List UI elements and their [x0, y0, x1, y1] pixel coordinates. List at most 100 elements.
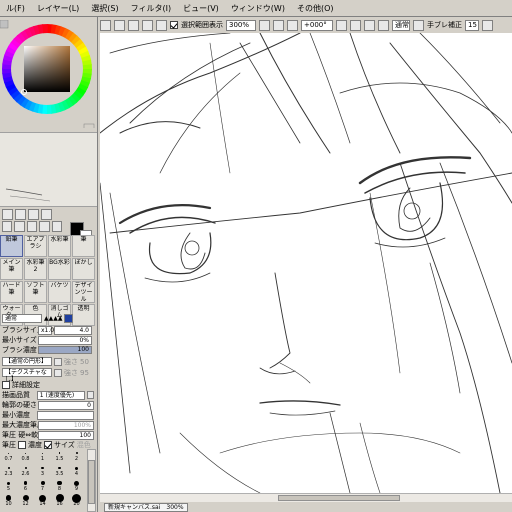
eyedropper-icon[interactable] — [41, 209, 52, 220]
canvas-scroll-thumb[interactable] — [278, 495, 400, 501]
pressure-density-checkbox[interactable] — [18, 441, 26, 449]
menu-window[interactable]: ウィンドウ(W) — [225, 0, 291, 17]
size-preset[interactable]: 2.6 — [17, 464, 34, 479]
size-preset[interactable]: 0.8 — [17, 449, 34, 464]
density-slider[interactable]: 100 — [38, 346, 92, 354]
canvas-horizontal-scrollbar[interactable] — [100, 493, 512, 502]
color-mode-icon[interactable] — [0, 20, 9, 29]
brush-size-value[interactable]: 4.0 — [54, 325, 92, 335]
size-preset[interactable]: 7 — [34, 479, 51, 494]
document-bar: 新規キャンバス.sai 300% — [98, 502, 512, 512]
stabilizer-select[interactable]: 15 — [465, 19, 479, 31]
size-preset[interactable]: 20 — [68, 493, 85, 509]
lasso-icon[interactable] — [15, 209, 26, 220]
min-size-value[interactable]: 0% — [38, 335, 92, 345]
shape-preset-selected[interactable] — [64, 313, 74, 323]
menu-filter[interactable]: フィルタ(I) — [125, 0, 177, 17]
size-preset[interactable]: 4 — [68, 464, 85, 479]
brush-texture-select[interactable]: 【テクスチャなし】 — [2, 368, 52, 383]
menu-layer[interactable]: レイヤー(L) — [31, 0, 85, 17]
size-preset[interactable]: 12 — [17, 494, 34, 509]
tool-button[interactable]: バケツ — [48, 281, 71, 303]
zoom-out-icon[interactable] — [259, 19, 270, 31]
size-preset[interactable]: 9 — [68, 479, 85, 494]
menu-file[interactable]: ル(F) — [0, 0, 31, 17]
size-presets-scroll-thumb[interactable] — [88, 460, 95, 504]
color-panel-button[interactable] — [83, 123, 95, 128]
size-preset-label: 9 — [74, 486, 79, 492]
pressure-curve-value[interactable]: 100 — [38, 430, 94, 440]
undo-icon[interactable] — [100, 19, 111, 31]
show-selection-checkbox[interactable] — [170, 21, 178, 29]
tool-button[interactable]: BG水彩 — [48, 258, 71, 280]
tool-button[interactable]: 水彩筆 — [48, 235, 71, 257]
brush-size-multiplier[interactable]: x1.0 — [38, 325, 54, 335]
size-preset[interactable]: 1 — [34, 449, 51, 464]
quality-dropdown-icon[interactable] — [87, 391, 94, 399]
blend-mode-select[interactable]: 通常 — [2, 313, 42, 323]
tool-button[interactable]: メイン筆 — [0, 258, 23, 280]
tool-button[interactable]: 水彩筆2 — [24, 258, 47, 280]
size-presets-scrollbar[interactable] — [87, 449, 96, 512]
tool-button[interactable]: デザインツール — [72, 281, 95, 303]
show-selection-icon[interactable] — [156, 19, 167, 31]
size-preset[interactable]: 10 — [0, 494, 17, 509]
drawing-canvas[interactable] — [100, 33, 512, 493]
size-preset[interactable]: 14 — [34, 494, 51, 509]
hand-icon[interactable] — [39, 221, 50, 232]
shape-presets[interactable]: ▲▲▲▲ — [44, 315, 62, 322]
move-icon[interactable] — [2, 221, 13, 232]
size-preset[interactable]: 3 — [34, 464, 51, 479]
menu-select[interactable]: 選択(S) — [85, 0, 124, 17]
tool-button[interactable]: ハード筆 — [0, 281, 23, 303]
size-preset[interactable]: 2.3 — [0, 464, 17, 479]
brush-texture-dropdown-icon[interactable] — [54, 368, 62, 377]
menu-other[interactable]: その他(O) — [291, 0, 340, 17]
deselect-icon[interactable] — [128, 19, 139, 31]
edge-hardness-value[interactable]: 0 — [38, 400, 94, 410]
redo-icon[interactable] — [114, 19, 125, 31]
min-density-value[interactable] — [37, 410, 94, 420]
rotate-reset-icon[interactable] — [364, 19, 375, 31]
size-preset[interactable]: 1.5 — [51, 449, 68, 464]
invert-selection-icon[interactable] — [142, 19, 153, 31]
mode-select[interactable]: 通常 — [392, 19, 410, 31]
flip-icon[interactable] — [378, 19, 389, 31]
mode-dropdown-icon[interactable] — [413, 19, 424, 31]
rotate-icon[interactable] — [26, 221, 38, 232]
size-preset[interactable]: 8 — [51, 479, 68, 494]
rotate-right-icon[interactable] — [350, 19, 361, 31]
stabilizer-dropdown-icon[interactable] — [482, 19, 493, 31]
brush-shape-select[interactable]: 【通常の円形】 — [2, 357, 52, 366]
edge-hardness-label: 輪郭の硬さ — [2, 401, 37, 409]
zoom-reset-icon[interactable] — [287, 19, 298, 31]
max-density-pressure-value[interactable]: 100% — [38, 420, 94, 430]
magic-wand-icon[interactable] — [28, 209, 39, 220]
size-preset[interactable]: 3.5 — [51, 464, 68, 479]
tool-button[interactable]: ソフト筆 — [24, 281, 47, 303]
tool-button[interactable]: ぼかし — [72, 258, 95, 280]
tool-button[interactable]: 筆 — [72, 235, 95, 257]
zoom-select[interactable]: 300% — [226, 19, 256, 31]
picker-icon[interactable] — [51, 221, 63, 232]
size-preset[interactable]: 5 — [0, 479, 17, 494]
size-preset[interactable]: 2 — [68, 449, 85, 464]
advanced-settings-toggle[interactable] — [2, 381, 10, 389]
size-preset[interactable]: 16 — [51, 494, 68, 509]
menu-view[interactable]: ビュー(V) — [177, 0, 225, 17]
tool-button[interactable]: 鉛筆 — [0, 235, 23, 257]
quality-select[interactable]: 1 (速度優先) — [36, 390, 86, 400]
size-preset[interactable]: 0.7 — [0, 449, 17, 464]
size-preset-label: 20 — [73, 501, 80, 507]
document-tab[interactable]: 新規キャンバス.sai 300% — [104, 502, 188, 512]
scratch-pad[interactable] — [0, 132, 97, 207]
zoom-in-icon[interactable] — [273, 19, 284, 31]
rotate-left-icon[interactable] — [336, 19, 347, 31]
zoom-icon[interactable] — [14, 221, 25, 232]
brush-shape-dropdown-icon[interactable] — [54, 357, 62, 366]
size-preset[interactable]: 6 — [17, 479, 34, 494]
tool-button[interactable]: エアブラシ — [24, 235, 47, 257]
select-rect-icon[interactable] — [2, 209, 13, 220]
rotation-select[interactable]: +000° — [301, 19, 333, 31]
pressure-size-checkbox[interactable] — [44, 441, 52, 449]
